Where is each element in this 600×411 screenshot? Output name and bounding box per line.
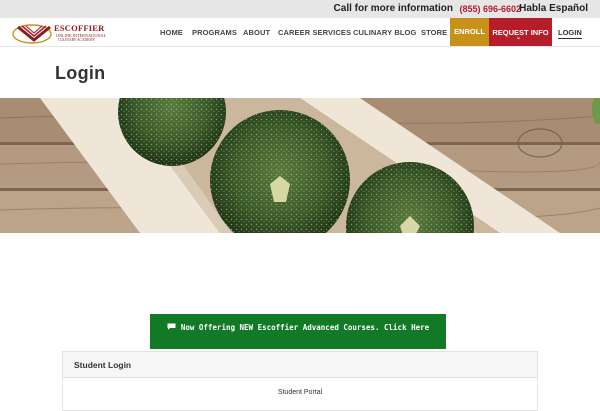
logo-title: ESCOFFIER	[54, 23, 105, 33]
hero-image	[0, 98, 600, 233]
nav-about[interactable]: ABOUT	[243, 28, 270, 37]
nav-store[interactable]: STORE	[421, 28, 447, 37]
logo-subtitle-2: CULINARY ACADEMY	[58, 38, 96, 42]
nav-career-services[interactable]: CAREER SERVICES	[278, 28, 351, 37]
enroll-button[interactable]: ENROLL	[450, 18, 489, 46]
phone-link[interactable]: (855) 696-6602	[459, 4, 521, 14]
request-info-button[interactable]: REQUEST INFO ⌄	[489, 18, 552, 46]
main-navbar: ESCOFFIER ONLINE INTERNATIONAL CULINARY …	[0, 18, 600, 47]
chat-bubble-icon	[167, 323, 176, 332]
student-portal-link[interactable]: Student Portal	[63, 389, 537, 396]
escoffier-logo[interactable]: ESCOFFIER ONLINE INTERNATIONAL CULINARY …	[12, 22, 108, 44]
student-login-card: Student Login Student Portal	[62, 351, 538, 411]
banner-text: Now Offering NEW Escoffier Advanced Cour…	[180, 323, 430, 332]
habla-espanol-link[interactable]: Habla Español	[519, 3, 588, 14]
student-login-header: Student Login	[63, 352, 537, 378]
chevron-down-icon: ⌄	[516, 35, 522, 41]
call-info-text: Call for more information	[333, 3, 453, 14]
nav-culinary-blog[interactable]: CULINARY BLOG	[353, 28, 416, 37]
page-title: Login	[55, 63, 106, 83]
top-info-bar: Call for more information (855) 696-6602…	[0, 0, 600, 18]
nav-login[interactable]: LOGIN	[558, 28, 582, 39]
nav-home[interactable]: HOME	[160, 28, 183, 37]
logo-emblem-icon	[12, 24, 52, 44]
advanced-courses-banner[interactable]: Now Offering NEW Escoffier Advanced Cour…	[150, 314, 446, 349]
nav-programs[interactable]: PROGRAMS	[192, 28, 237, 37]
